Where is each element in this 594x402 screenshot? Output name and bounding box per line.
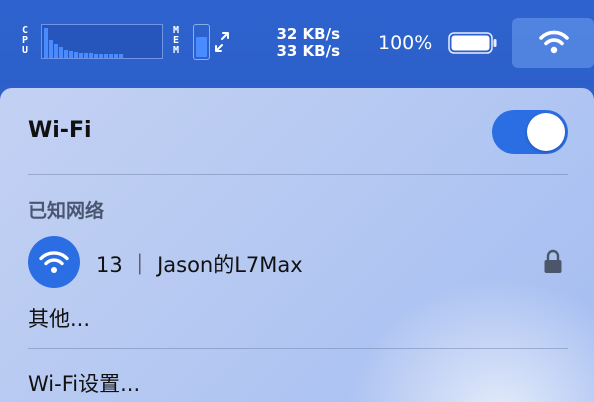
cpu-history-bar (89, 53, 93, 58)
cpu-label: C P U (21, 25, 29, 56)
lock-icon (544, 249, 562, 273)
cpu-history-bar (99, 54, 103, 58)
cpu-history-bar (109, 54, 113, 58)
download-speed: 33 KB/s (276, 42, 340, 60)
memory-usage-indicator[interactable] (193, 24, 210, 60)
cpu-history-bar (64, 50, 68, 58)
wifi-toggle-knob (527, 113, 565, 151)
cpu-history-bar (69, 51, 73, 58)
upload-speed: 32 KB/s (276, 25, 340, 43)
wifi-toggle[interactable] (492, 110, 568, 154)
cpu-history-bar (79, 53, 83, 58)
cpu-history-bar (74, 52, 78, 58)
cpu-history-bar (104, 54, 108, 58)
wifi-settings-item[interactable]: Wi-Fi设置... (28, 368, 140, 398)
battery-percentage[interactable]: 100% (378, 32, 432, 54)
battery-icon[interactable] (448, 32, 498, 54)
divider (28, 174, 568, 175)
wifi-dropdown-panel: Wi-Fi 已知网络 13 ｜ Jason的L7Max 其他... Wi-Fi设… (0, 88, 594, 402)
cpu-history-bar (44, 28, 48, 58)
cpu-history-bar (54, 44, 58, 58)
expand-icon[interactable] (214, 31, 230, 53)
divider (28, 348, 568, 349)
cpu-history-bar (94, 54, 98, 58)
cpu-usage-graph[interactable] (41, 24, 163, 59)
wifi-icon (39, 251, 69, 273)
mem-label: M E M (172, 25, 180, 56)
cpu-history-bar (114, 54, 118, 58)
cpu-history-bar (119, 54, 123, 58)
network-item[interactable]: 13 ｜ Jason的L7Max (28, 236, 568, 288)
network-speed[interactable]: 32 KB/s 33 KB/s (262, 26, 340, 60)
cpu-history-bar (84, 53, 88, 58)
network-icon-circle (28, 236, 80, 288)
wifi-title: Wi-Fi (28, 118, 92, 143)
memory-usage-fill (196, 36, 207, 57)
menu-bar: C P U M E M 32 KB/s 33 KB/s 100% (0, 0, 594, 86)
other-networks-item[interactable]: 其他... (28, 303, 90, 333)
cpu-history-bar (59, 47, 63, 58)
wifi-icon (539, 30, 569, 54)
cpu-history-bar (49, 40, 53, 58)
wifi-menu-extra[interactable] (512, 18, 594, 68)
known-networks-label: 已知网络 (28, 200, 105, 222)
network-name: 13 ｜ Jason的L7Max (96, 253, 303, 277)
